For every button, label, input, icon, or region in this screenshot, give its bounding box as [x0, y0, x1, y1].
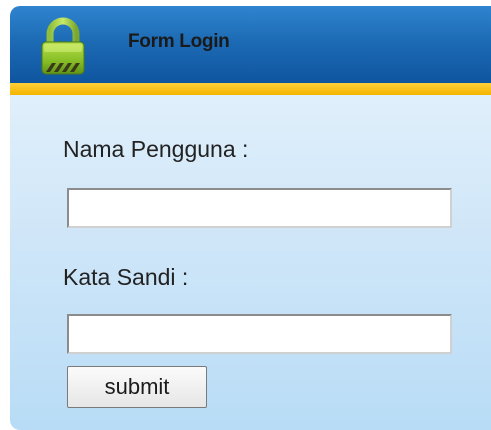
password-label: Kata Sandi :: [63, 264, 189, 290]
panel-header: Form Login: [10, 6, 491, 83]
padlock-icon: [41, 17, 85, 75]
form-title: Form Login: [128, 31, 230, 52]
login-panel: Form Login Nama Pengguna : Kata Sandi : …: [10, 6, 491, 430]
password-input[interactable]: [67, 314, 452, 354]
username-label: Nama Pengguna :: [63, 136, 249, 162]
submit-button[interactable]: submit: [67, 366, 207, 408]
username-input[interactable]: [67, 188, 452, 228]
header-accent-stripe: [10, 83, 491, 95]
